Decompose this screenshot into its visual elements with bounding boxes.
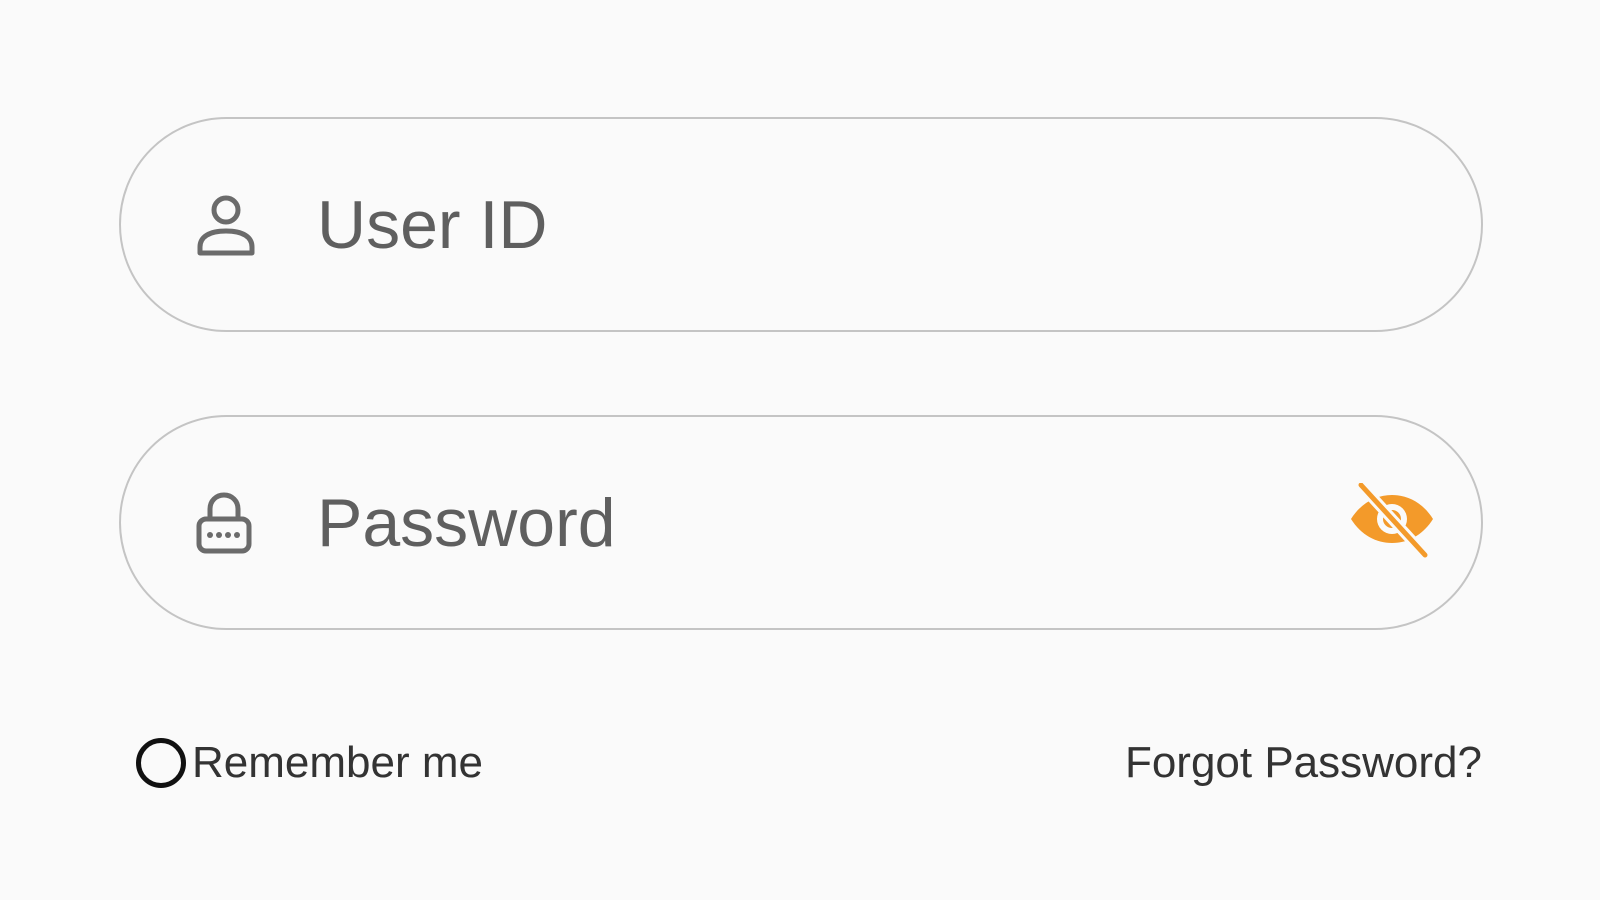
login-form: Remember me Forgot Password?	[0, 0, 1600, 900]
user-id-field[interactable]	[119, 117, 1483, 332]
eye-off-icon	[1349, 479, 1435, 562]
lock-icon	[195, 491, 253, 555]
login-options-row: Remember me Forgot Password?	[136, 733, 1482, 793]
remember-me-radio[interactable]	[136, 738, 186, 788]
forgot-password-link[interactable]: Forgot Password?	[1125, 738, 1482, 788]
remember-me-label: Remember me	[192, 738, 483, 787]
user-icon	[195, 193, 257, 257]
password-field[interactable]	[119, 415, 1483, 630]
user-id-input[interactable]	[317, 119, 1361, 330]
password-visibility-toggle[interactable]	[1347, 479, 1437, 563]
remember-me-option[interactable]: Remember me	[136, 738, 483, 788]
password-input[interactable]	[317, 417, 1361, 628]
